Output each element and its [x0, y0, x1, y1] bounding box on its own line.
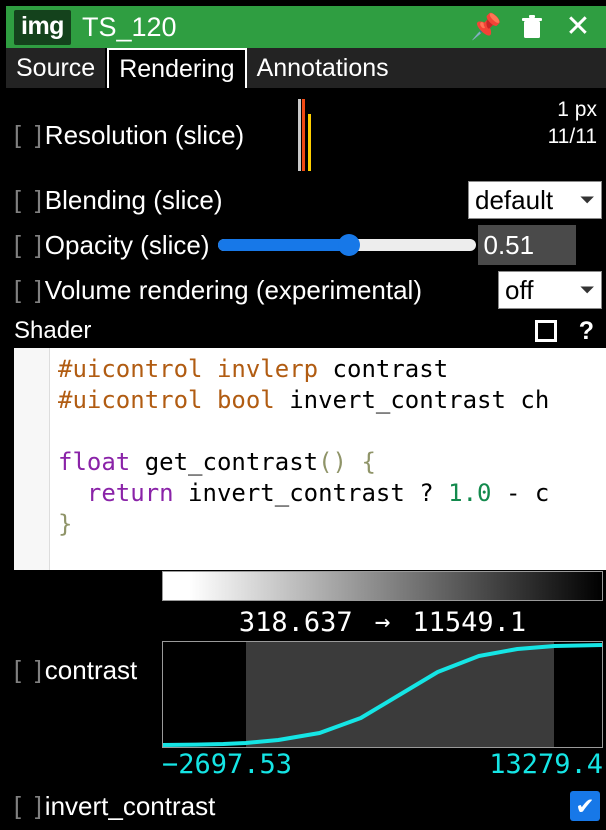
resolution-label: Resolution (slice) — [44, 119, 245, 150]
code-line: return invert_contrast ? 1.0 - c — [86, 479, 550, 507]
resolution-level: 11/11 — [547, 124, 597, 148]
titlebar-actions: 📌 ✕ — [470, 12, 592, 42]
code-line: #uicontrol invlerp contrast — [58, 355, 449, 383]
tab-source-label: Source — [16, 53, 96, 82]
arrow-right-icon: → — [374, 607, 391, 637]
resolution-brackets: [ ] — [14, 120, 42, 149]
pushpin-icon[interactable]: 📌 — [470, 12, 501, 42]
blending-select-value: default — [475, 184, 554, 215]
code-line: #uicontrol bool invert_contrast ch — [58, 386, 550, 414]
invert-contrast-label: invert_contrast — [44, 790, 216, 821]
tab-rendering-label: Rendering — [119, 54, 235, 83]
opacity-row: [ ] Opacity (slice) 0.51 — [6, 225, 606, 265]
resolution-meta: 1 px 11/11 — [548, 97, 597, 151]
tab-annotations[interactable]: Annotations — [246, 48, 606, 88]
tab-rendering[interactable]: Rendering — [107, 48, 247, 88]
expand-icon[interactable] — [534, 320, 557, 342]
invlerp-bounds-row: −2697.53 13279.4 — [162, 748, 603, 780]
neuroglancer-layer-panel: img TS_120 📌 ✕ Source Rendering Annotati… — [0, 0, 606, 830]
contrast-row-label: [ ] contrast — [14, 655, 137, 686]
layer-titlebar: img TS_120 📌 ✕ — [6, 6, 606, 48]
layer-name: TS_120 — [81, 11, 177, 42]
trash-icon[interactable] — [518, 12, 546, 42]
tab-annotations-label: Annotations — [256, 53, 389, 82]
resolution-histogram-icon — [297, 99, 317, 171]
layer-type-badge: img — [14, 9, 71, 45]
blending-label: Blending (slice) — [44, 184, 223, 215]
invlerp-bound-max[interactable]: 13279.4 — [489, 749, 603, 780]
close-icon[interactable]: ✕ — [564, 12, 592, 42]
opacity-brackets: [ ] — [14, 230, 42, 259]
shader-header: Shader ? — [6, 314, 606, 348]
blending-select[interactable]: default ⏷ — [468, 181, 602, 219]
volume-rendering-select[interactable]: off ⏷ — [498, 271, 602, 309]
invert-contrast-row: [ ] invert_contrast ✔ — [6, 786, 606, 826]
opacity-slider-thumb[interactable] — [337, 234, 360, 256]
help-icon[interactable]: ? — [579, 318, 594, 344]
contrast-brackets: [ ] — [14, 656, 42, 684]
invlerp-range-min[interactable]: 318.637 — [239, 607, 353, 638]
invlerp-range-max[interactable]: 11549.1 — [412, 607, 526, 638]
opacity-slider[interactable] — [217, 226, 476, 264]
blending-brackets: [ ] — [14, 185, 42, 214]
chevron-down-icon: ⏷ — [579, 279, 595, 301]
invlerp-curve-plot[interactable] — [162, 641, 603, 748]
shader-code[interactable]: #uicontrol invlerp contrast #uicontrol bo… — [50, 348, 606, 570]
editor-gutter — [14, 348, 50, 570]
invlerp-bound-min[interactable]: −2697.53 — [162, 749, 292, 780]
opacity-value[interactable]: 0.51 — [477, 225, 576, 265]
volume-rendering-label: Volume rendering (experimental) — [44, 274, 422, 305]
check-icon: ✔ — [575, 792, 595, 819]
opacity-label: Opacity (slice) — [44, 229, 210, 260]
opacity-slider-fill — [217, 239, 349, 251]
resolution-size: 1 px — [557, 98, 597, 121]
invert-contrast-brackets: [ ] — [14, 791, 42, 820]
code-line: } — [58, 510, 73, 538]
contrast-label: contrast — [44, 655, 138, 685]
chevron-down-icon: ⏷ — [579, 189, 595, 211]
shader-code-editor[interactable]: #uicontrol invlerp contrast #uicontrol bo… — [14, 348, 606, 570]
invlerp-curve — [163, 643, 602, 747]
layer-tabbar: Source Rendering Annotations — [6, 48, 606, 88]
shader-header-actions: ? — [534, 318, 594, 344]
invlerp-range-row: 318.637 → 11549.1 — [162, 604, 603, 640]
tab-source[interactable]: Source — [6, 48, 108, 88]
volume-rendering-brackets: [ ] — [14, 275, 42, 304]
volume-rendering-row: [ ] Volume rendering (experimental) off … — [6, 270, 606, 310]
volume-rendering-select-value: off — [505, 274, 534, 305]
invert-contrast-checkbox[interactable]: ✔ — [570, 791, 600, 821]
invlerp-colorbar — [162, 571, 603, 601]
blending-row: [ ] Blending (slice) default ⏷ — [6, 180, 606, 220]
code-line: float get_contrast() { — [58, 448, 376, 476]
shader-title: Shader — [14, 317, 92, 344]
